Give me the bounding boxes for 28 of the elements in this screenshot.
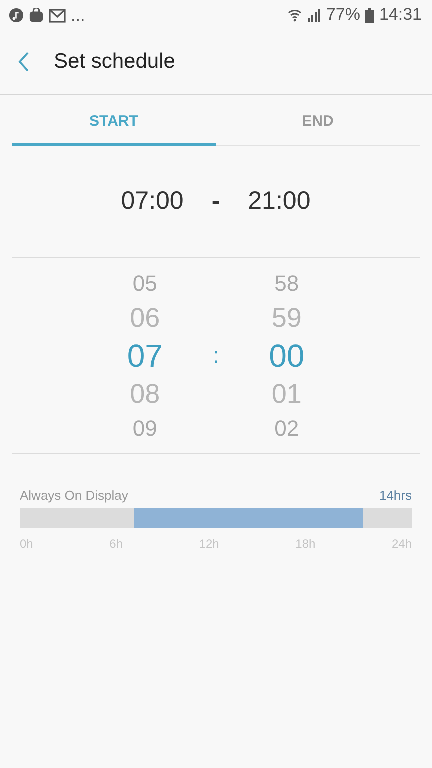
signal-icon [307,8,322,22]
time-colon: : [212,342,220,368]
mail-icon [49,8,66,22]
hour-option[interactable]: 08 [130,374,160,412]
tab[interactable]: END [216,99,420,146]
hour-option[interactable]: 09 [132,412,158,444]
minute-option[interactable]: 01 [272,374,302,412]
bag-icon [29,8,44,22]
hour-option[interactable]: 06 [130,298,160,336]
end-time: 21:00 [248,187,311,216]
duration-value: 14hrs [379,488,412,503]
hour-option[interactable]: 05 [132,268,158,298]
start-time: 07:00 [121,187,184,216]
screen-title: Set schedule [54,50,176,74]
minute-option[interactable]: 02 [274,412,300,444]
tab[interactable]: START [12,99,216,146]
more-notifications: ... [71,6,86,24]
minute-option[interactable]: 00 [269,336,305,374]
music-note-icon [9,8,24,22]
timeline-label: Always On Display [20,488,128,503]
minute-option[interactable]: 58 [274,268,300,298]
hour-option[interactable]: 07 [127,336,163,374]
minute-option[interactable]: 59 [272,298,302,336]
clock-time: 14:31 [379,5,422,25]
battery-icon [365,8,374,22]
battery-percent: 77% [326,5,360,25]
range-separator: - [212,187,220,216]
wifi-icon [288,8,302,22]
